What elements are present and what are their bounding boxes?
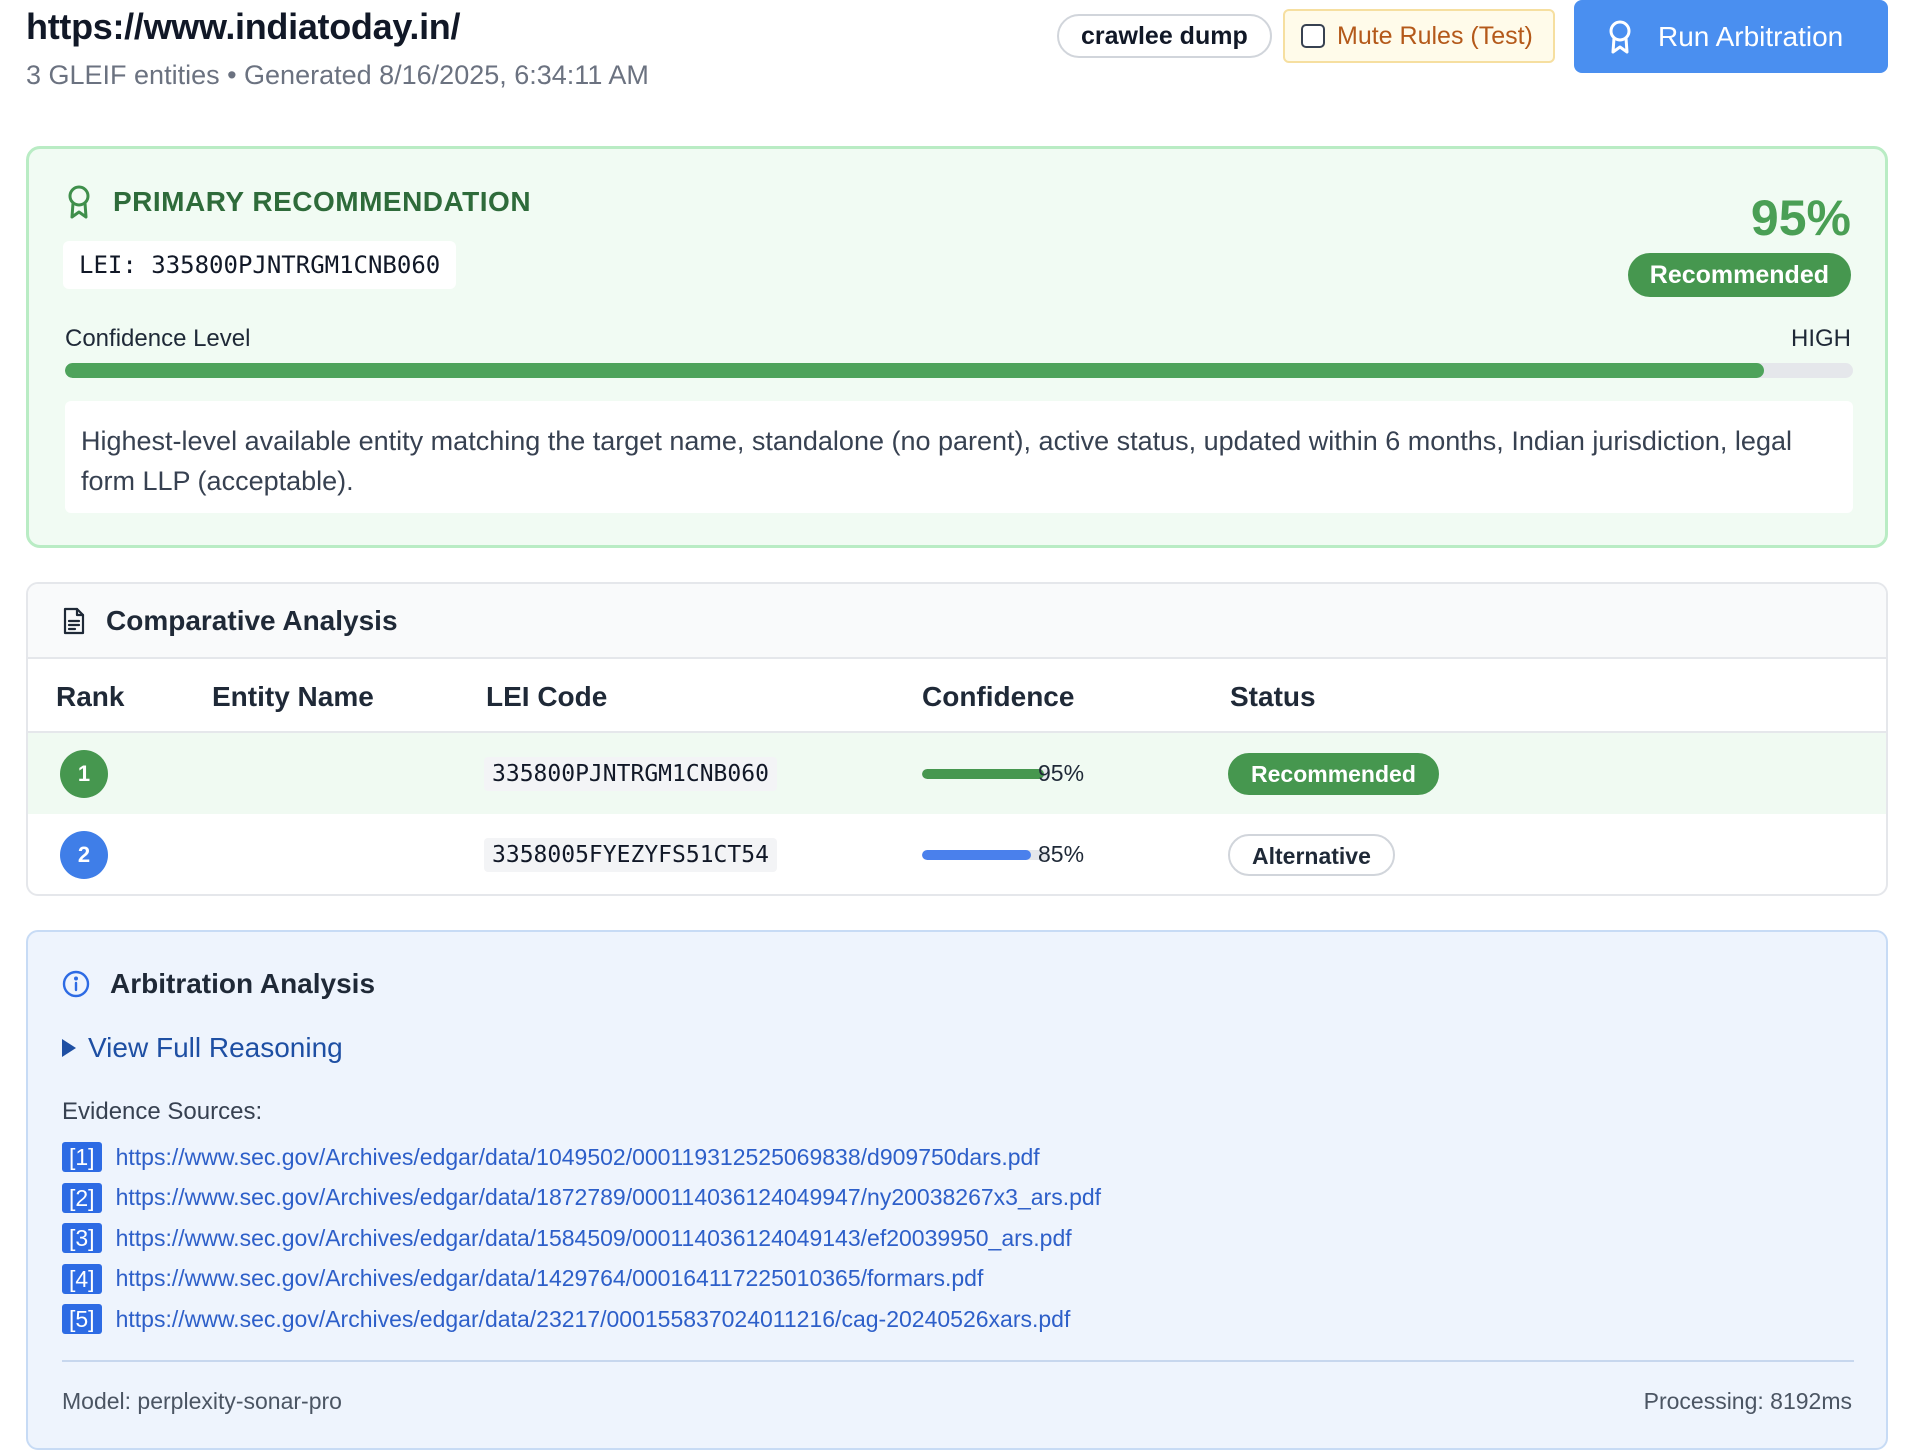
mute-rules-toggle[interactable]: Mute Rules (Test) (1283, 9, 1555, 63)
source-number: [3] (62, 1223, 102, 1253)
source-number: [4] (62, 1263, 102, 1294)
rank-badge: 1 (60, 750, 108, 798)
confidence-bar (922, 769, 1050, 779)
mute-rules-label: Mute Rules (Test) (1337, 21, 1533, 50)
disclosure-triangle-icon (62, 1039, 76, 1057)
comparative-analysis-header: Comparative Analysis (28, 584, 1886, 659)
status-badge: Recommended (1228, 753, 1439, 795)
source-chip[interactable]: crawlee dump (1057, 14, 1272, 58)
divider (62, 1360, 1854, 1362)
primary-recommendation-title: PRIMARY RECOMMENDATION (113, 186, 532, 217)
comparative-analysis-title: Comparative Analysis (106, 604, 398, 636)
view-full-reasoning-label: View Full Reasoning (88, 1032, 343, 1063)
list-item: [3] https://www.sec.gov/Archives/edgar/d… (62, 1223, 1101, 1253)
award-icon (1609, 20, 1631, 53)
source-number: [5] (62, 1304, 102, 1334)
confidence-level-label: Confidence Level (65, 325, 251, 352)
evidence-sources-label: Evidence Sources: (62, 1098, 263, 1125)
rank-badge: 2 (60, 831, 108, 879)
source-link[interactable]: https://www.sec.gov/Archives/edgar/data/… (116, 1184, 1101, 1211)
evidence-sources-list: [1] https://www.sec.gov/Archives/edgar/d… (62, 1142, 1101, 1345)
table-row[interactable]: 2 3358005FYEZYFS51CT54 85% Alternative (28, 814, 1886, 894)
document-icon (63, 607, 85, 634)
lei-code-cell: 335800PJNTRGM1CNB060 (484, 757, 777, 791)
confidence-bar-fill (922, 850, 1031, 860)
source-link[interactable]: https://www.sec.gov/Archives/edgar/data/… (116, 1265, 984, 1292)
lei-code-cell: 3358005FYEZYFS51CT54 (484, 838, 777, 872)
recommendation-reasoning: Highest-level available entity matching … (65, 401, 1853, 513)
source-link[interactable]: https://www.sec.gov/Archives/edgar/data/… (116, 1306, 1071, 1333)
primary-confidence-percent: 95% (1750, 190, 1851, 246)
award-icon (68, 185, 90, 219)
arbitration-analysis-title: Arbitration Analysis (110, 968, 376, 999)
primary-recommendation-header: PRIMARY RECOMMENDATION (67, 185, 531, 219)
column-header-lei-code: LEI Code (486, 681, 608, 712)
column-header-confidence: Confidence (922, 681, 1075, 712)
view-full-reasoning-toggle[interactable]: View Full Reasoning (62, 1032, 343, 1064)
list-item: [2] https://www.sec.gov/Archives/edgar/d… (62, 1182, 1101, 1213)
table-row[interactable]: 1 335800PJNTRGM1CNB060 95% Recommended (28, 733, 1886, 814)
arbitration-analysis-header: Arbitration Analysis (62, 968, 375, 1000)
column-header-status: Status (1230, 681, 1316, 712)
model-label: Model: perplexity-sonar-pro (62, 1388, 342, 1414)
confidence-level-value: HIGH (1791, 325, 1851, 352)
source-link[interactable]: https://www.sec.gov/Archives/edgar/data/… (116, 1144, 1040, 1171)
page-header: https://www.indiatoday.in/ 3 GLEIF entit… (26, 0, 1888, 120)
page-subtitle: 3 GLEIF entities • Generated 8/16/2025, … (26, 60, 649, 90)
primary-lei-code: LEI: 335800PJNTRGM1CNB060 (63, 241, 457, 289)
table-header: Rank Entity Name LEI Code Confidence Sta… (28, 659, 1886, 733)
run-arbitration-label: Run Arbitration (1658, 20, 1844, 52)
confidence-percent-cell: 85% (1038, 841, 1085, 867)
confidence-progress-fill (65, 363, 1764, 378)
confidence-progress-bar (65, 363, 1853, 378)
processing-time: Processing: 8192ms (1643, 1388, 1852, 1414)
confidence-bar (922, 850, 1050, 860)
page-title: https://www.indiatoday.in/ (26, 6, 461, 47)
source-number: [1] (62, 1142, 102, 1172)
status-badge: Alternative (1228, 834, 1395, 876)
list-item: [4] https://www.sec.gov/Archives/edgar/d… (62, 1263, 1101, 1294)
confidence-percent-cell: 95% (1038, 760, 1085, 786)
confidence-bar-fill (922, 769, 1044, 779)
info-icon (62, 970, 90, 998)
mute-rules-checkbox[interactable] (1301, 24, 1325, 48)
comparative-analysis-card: Comparative Analysis Rank Entity Name LE… (26, 582, 1888, 896)
column-header-rank: Rank (56, 681, 125, 712)
run-arbitration-button[interactable]: Run Arbitration (1574, 0, 1888, 73)
primary-recommendation-card: PRIMARY RECOMMENDATION LEI: 335800PJNTRG… (26, 146, 1888, 548)
list-item: [5] https://www.sec.gov/Archives/edgar/d… (62, 1304, 1101, 1334)
recommended-badge: Recommended (1627, 253, 1851, 297)
column-header-entity-name: Entity Name (212, 681, 374, 712)
list-item: [1] https://www.sec.gov/Archives/edgar/d… (62, 1142, 1101, 1172)
source-number: [2] (62, 1182, 102, 1213)
source-link[interactable]: https://www.sec.gov/Archives/edgar/data/… (116, 1225, 1072, 1252)
arbitration-analysis-card: Arbitration Analysis View Full Reasoning… (26, 930, 1888, 1450)
